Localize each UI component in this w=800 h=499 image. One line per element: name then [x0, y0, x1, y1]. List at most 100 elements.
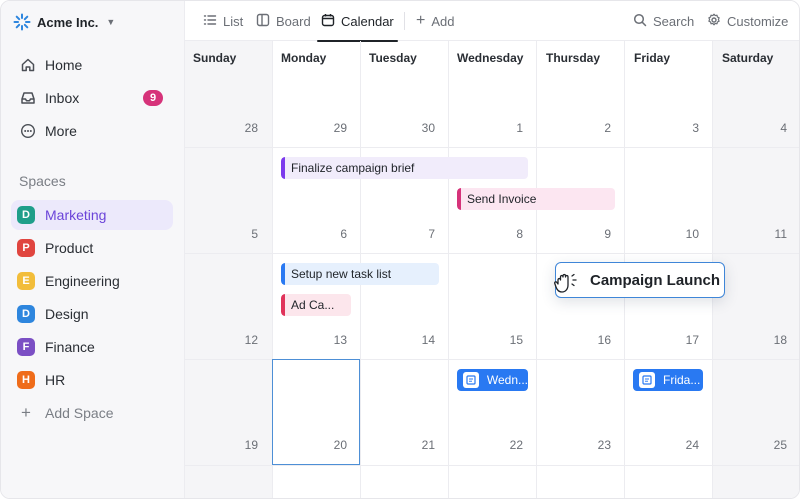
day-number[interactable]: 18	[757, 333, 787, 347]
chevron-down-icon: ▼	[106, 17, 116, 27]
spaces-heading: Spaces	[19, 173, 66, 189]
calendar-icon	[321, 13, 335, 30]
add-space-button[interactable]: + Add Space	[11, 398, 173, 428]
space-avatar: D	[17, 305, 35, 323]
space-label: Finance	[45, 339, 95, 355]
grid-line	[536, 41, 537, 498]
event-send-invoice[interactable]: Send Invoice	[457, 188, 615, 210]
event-title: Wedn...	[486, 373, 528, 387]
day-number[interactable]: 29	[317, 121, 347, 135]
day-number[interactable]: 25	[757, 438, 787, 452]
space-finance[interactable]: F Finance	[11, 332, 173, 362]
event-finalize-campaign-brief[interactable]: Finalize campaign brief	[281, 157, 528, 179]
add-view-button[interactable]: + Add	[416, 1, 454, 41]
event-ad-campaign[interactable]: Ad Ca...	[281, 294, 351, 316]
event-title: Frida...	[663, 373, 701, 387]
day-number[interactable]: 10	[669, 227, 699, 241]
event-setup-new-task-list[interactable]: Setup new task list	[281, 263, 439, 285]
workspace-switcher[interactable]: Acme Inc. ▼	[13, 12, 115, 32]
day-number[interactable]: 9	[581, 227, 611, 241]
day-number[interactable]: 13	[317, 333, 347, 347]
space-product[interactable]: P Product	[11, 233, 173, 263]
day-number[interactable]: 17	[669, 333, 699, 347]
day-number[interactable]: 12	[228, 333, 258, 347]
event-title: Finalize campaign brief	[291, 161, 415, 175]
day-header-friday: Friday	[634, 51, 671, 65]
tab-list-label: List	[223, 13, 244, 29]
event-title: Ad Ca...	[291, 298, 335, 312]
calendar-grid: Sunday Monday Tuesday Wednesday Thursday…	[185, 41, 799, 498]
tab-board[interactable]: Board	[256, 1, 311, 41]
event-title: Send Invoice	[467, 192, 537, 206]
day-number[interactable]: 1	[493, 121, 523, 135]
day-number[interactable]: 6	[317, 227, 347, 241]
nav-inbox-label: Inbox	[45, 90, 80, 106]
selected-day-cell[interactable]	[272, 359, 360, 465]
plus-icon: +	[416, 12, 426, 29]
inbox-count-badge: 9	[143, 90, 163, 106]
day-number[interactable]: 21	[405, 438, 435, 452]
grid-line	[185, 465, 799, 466]
search-button[interactable]: Search	[633, 1, 694, 41]
event-friday-task[interactable]: Frida...	[633, 369, 703, 391]
day-header-monday: Monday	[281, 51, 327, 65]
tab-board-label: Board	[276, 13, 311, 29]
task-doc-icon	[463, 372, 479, 388]
home-icon	[19, 56, 37, 74]
task-doc-icon	[639, 372, 655, 388]
grid-line	[448, 41, 449, 498]
day-number[interactable]: 14	[405, 333, 435, 347]
space-label: Design	[45, 306, 89, 322]
grid-line	[185, 147, 799, 148]
day-number[interactable]: 23	[581, 438, 611, 452]
space-label: HR	[45, 372, 66, 388]
grab-cursor-icon	[553, 271, 581, 297]
space-engineering[interactable]: E Engineering	[11, 266, 173, 296]
board-icon	[256, 13, 270, 30]
calendar-app: Acme Inc. ▼ Home Inbox 9 More Spaces D M…	[0, 0, 800, 499]
nav-more-label: More	[45, 123, 77, 139]
day-number[interactable]: 15	[493, 333, 523, 347]
space-avatar: F	[17, 338, 35, 356]
space-hr[interactable]: H HR	[11, 365, 173, 395]
day-number[interactable]: 5	[228, 227, 258, 241]
day-number[interactable]: 3	[669, 121, 699, 135]
day-number[interactable]: 24	[669, 438, 699, 452]
space-label: Engineering	[45, 273, 120, 289]
workspace-name: Acme Inc.	[37, 14, 99, 30]
event-wednesday-task[interactable]: Wedn...	[457, 369, 528, 391]
tab-list[interactable]: List	[203, 1, 243, 41]
space-design[interactable]: D Design	[11, 299, 173, 329]
day-number[interactable]: 28	[228, 121, 258, 135]
day-number[interactable]: 8	[493, 227, 523, 241]
day-number[interactable]: 19	[228, 438, 258, 452]
tab-calendar[interactable]: Calendar	[317, 1, 398, 42]
weekend-column-saturday	[712, 41, 799, 498]
add-space-label: Add Space	[45, 405, 114, 421]
workspace-logo-icon	[13, 13, 31, 31]
gear-icon	[707, 13, 721, 30]
customize-button[interactable]: Customize	[707, 1, 788, 41]
day-number[interactable]: 30	[405, 121, 435, 135]
day-header-tuesday: Tuesday	[369, 51, 417, 65]
day-number[interactable]: 4	[757, 121, 787, 135]
more-icon	[19, 122, 37, 140]
day-header-thursday: Thursday	[546, 51, 601, 65]
day-number[interactable]: 16	[581, 333, 611, 347]
day-number[interactable]: 2	[581, 121, 611, 135]
nav-inbox[interactable]: Inbox 9	[11, 83, 173, 113]
space-label: Product	[45, 240, 94, 256]
space-avatar: D	[17, 206, 35, 224]
nav-home[interactable]: Home	[11, 50, 173, 80]
nav-more[interactable]: More	[11, 116, 173, 146]
day-number[interactable]: 22	[493, 438, 523, 452]
day-number[interactable]: 7	[405, 227, 435, 241]
space-avatar: P	[17, 239, 35, 257]
day-number[interactable]: 11	[757, 227, 787, 241]
customize-label: Customize	[727, 13, 789, 29]
toolbar-divider	[404, 12, 405, 30]
add-view-label: Add	[431, 13, 455, 29]
search-icon	[633, 13, 647, 30]
space-marketing[interactable]: D Marketing	[11, 200, 173, 230]
nav-home-label: Home	[45, 57, 83, 73]
